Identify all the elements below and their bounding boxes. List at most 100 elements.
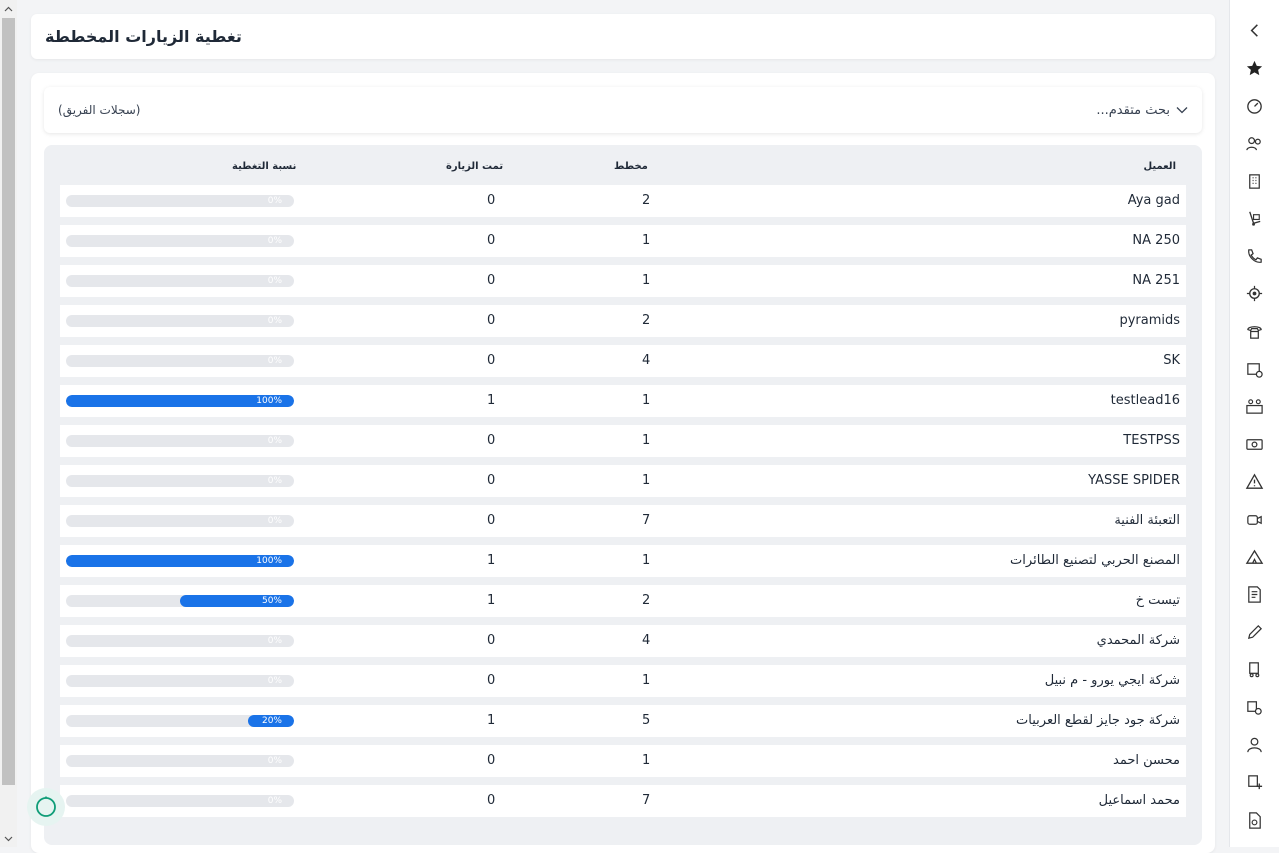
coverage-percent: 100% [256,556,282,566]
content-card: (سجلات الفريق) بحث متقدم... العميل مخطط … [31,73,1215,853]
table-row[interactable]: SK 4 0 0% [60,345,1186,377]
speedometer-icon[interactable] [1244,95,1266,117]
visited-count: 0 [487,793,496,808]
scroll-up-arrow-icon[interactable] [0,0,17,17]
table-header: العميل مخطط تمت الزيارة نسبة التغطية [60,155,1186,185]
visited-count: 1 [487,713,496,728]
star-icon[interactable] [1244,58,1266,80]
tent-icon[interactable] [1244,546,1266,568]
planned-count: 1 [642,473,651,488]
telephone-icon[interactable] [1244,321,1266,343]
coverage-table: العميل مخطط تمت الزيارة نسبة التغطية Aya… [44,145,1202,845]
box-settings-icon[interactable] [1244,358,1266,380]
coverage-progress-bar: 0% [66,195,294,207]
users-icon[interactable] [1244,133,1266,155]
truck-gear-icon[interactable] [1244,697,1266,719]
coverage-percent: 0% [267,516,282,526]
visited-count: 0 [487,273,496,288]
search-bar: (سجلات الفريق) بحث متقدم... [44,87,1202,133]
planned-count: 1 [642,673,651,688]
coverage-progress-bar: 100% [66,395,294,407]
coverage-progress-bar: 20% [66,715,294,727]
visited-count: 1 [487,393,496,408]
coverage-progress-bar: 50% [66,595,294,607]
coverage-percent: 0% [267,796,282,806]
main-content: تغطية الزيارات المخططة (سجلات الفريق) بح… [31,14,1215,853]
floating-loader-button[interactable] [27,788,65,826]
table-row[interactable]: التعبئة الفنية 7 0 0% [60,505,1186,537]
table-row[interactable]: شركة ايجي يورو - م نبيل 1 0 0% [60,665,1186,697]
page-title: تغطية الزيارات المخططة [45,27,242,46]
coverage-percent: 0% [267,676,282,686]
video-call-icon[interactable] [1244,509,1266,531]
planned-count: 2 [642,193,651,208]
advanced-search-toggle[interactable]: بحث متقدم... [1096,103,1188,118]
table-row[interactable]: YASSE SPIDER 1 0 0% [60,465,1186,497]
coverage-progress-bar: 0% [66,435,294,447]
client-name: المصنع الحربي لتصنيع الطائرات [1010,553,1180,568]
coverage-progress-bar: 0% [66,635,294,647]
warning-icon[interactable] [1244,471,1266,493]
coverage-percent: 100% [256,396,282,406]
client-name: pyramids [1119,313,1180,328]
pen-icon[interactable] [1244,622,1266,644]
collapse-chevron-icon[interactable] [1244,20,1266,42]
coverage-percent: 0% [267,316,282,326]
table-row[interactable]: شركة المحمدي 4 0 0% [60,625,1186,657]
client-name: محسن احمد [1113,753,1180,768]
client-name: NA 250 [1132,233,1180,248]
right-sidebar [1229,0,1279,847]
visited-count: 0 [487,633,496,648]
coverage-percent: 50% [261,596,282,606]
location-target-icon[interactable] [1244,283,1266,305]
scrollbar-thumb[interactable] [2,18,15,785]
title-card: تغطية الزيارات المخططة [31,14,1215,59]
table-row[interactable]: testlead16 1 1 100% [60,385,1186,417]
planned-count: 1 [642,753,651,768]
document-icon[interactable] [1244,809,1266,831]
coverage-percent: 0% [267,756,282,766]
table-row[interactable]: NA 250 1 0 0% [60,225,1186,257]
table-row[interactable]: المصنع الحربي لتصنيع الطائرات 1 1 100% [60,545,1186,577]
visited-count: 0 [487,513,496,528]
table-row[interactable]: محسن احمد 1 0 0% [60,745,1186,777]
coverage-percent: 0% [267,196,282,206]
table-row[interactable]: Aya gad 2 0 0% [60,185,1186,217]
truck-plus-icon[interactable] [1244,772,1266,794]
team-records-label: (سجلات الفريق) [58,103,141,117]
phone-call-icon[interactable] [1244,246,1266,268]
client-name: تيست خ [1135,593,1180,608]
planned-count: 1 [642,393,651,408]
table-row[interactable]: NA 251 1 0 0% [60,265,1186,297]
visited-count: 0 [487,673,496,688]
team-icon[interactable] [1244,396,1266,418]
visited-count: 1 [487,553,496,568]
table-row[interactable]: TESTPSS 1 0 0% [60,425,1186,457]
header-coverage: نسبة التغطية [232,161,297,172]
vertical-scrollbar[interactable] [0,0,17,847]
building-icon[interactable] [1244,170,1266,192]
scroll-down-arrow-icon[interactable] [0,830,17,847]
user-icon[interactable] [1244,734,1266,756]
table-body: Aya gad 2 0 0% NA 250 1 0 0% NA 251 1 0 … [60,185,1186,817]
invoice-icon[interactable] [1244,584,1266,606]
visited-count: 0 [487,353,496,368]
visited-count: 1 [487,593,496,608]
client-name: التعبئة الفنية [1114,513,1180,528]
table-row[interactable]: محمد اسماعيل 7 0 0% [60,785,1186,817]
chevron-down-icon [1176,103,1188,118]
header-visited: تمت الزيارة [446,161,504,172]
money-icon[interactable] [1244,434,1266,456]
planned-count: 7 [642,513,651,528]
coverage-progress-bar: 0% [66,235,294,247]
table-row[interactable]: تيست خ 2 1 50% [60,585,1186,617]
visited-count: 0 [487,753,496,768]
table-row[interactable]: pyramids 2 0 0% [60,305,1186,337]
table-row[interactable]: شركة جود جايز لقطع العربيات 5 1 20% [60,705,1186,737]
delivery-truck-icon[interactable] [1244,659,1266,681]
planned-count: 4 [642,633,651,648]
hand-truck-icon[interactable] [1244,208,1266,230]
header-client: العميل [1143,161,1176,172]
client-name: شركة المحمدي [1096,633,1180,648]
planned-count: 1 [642,433,651,448]
